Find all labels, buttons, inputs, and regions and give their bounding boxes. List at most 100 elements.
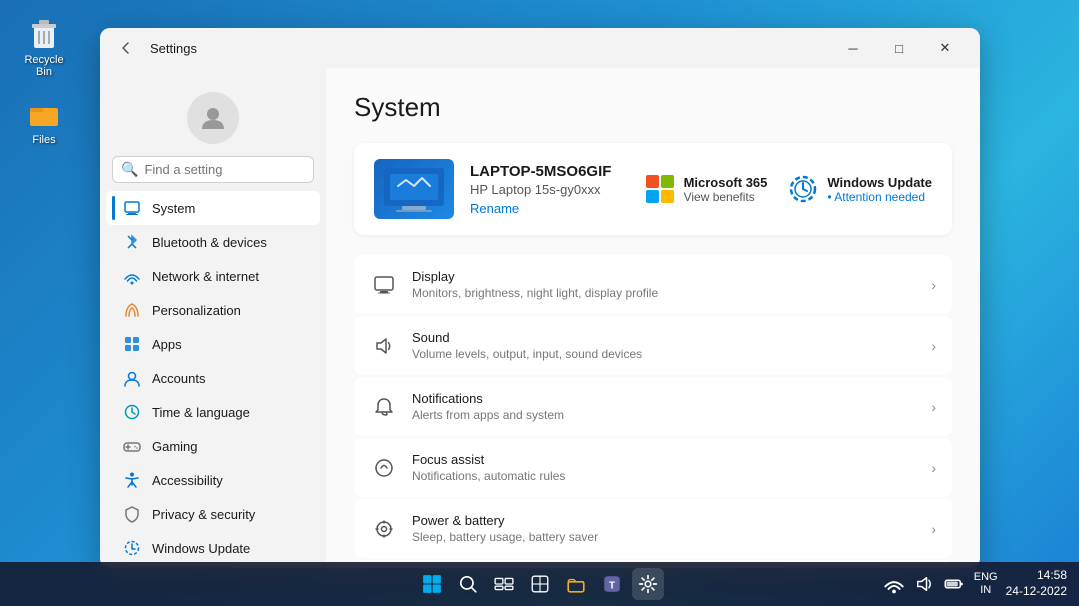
tray-network-icon[interactable]	[882, 572, 906, 596]
focus-assist-subtitle: Notifications, automatic rules	[412, 469, 917, 483]
taskbar-search-button[interactable]	[452, 568, 484, 600]
nav-item-network[interactable]: Network & internet	[106, 259, 320, 293]
nav-item-bluetooth[interactable]: Bluetooth & devices	[106, 225, 320, 259]
focus-assist-item[interactable]: Focus assist Notifications, automatic ru…	[354, 438, 952, 497]
power-battery-icon	[370, 515, 398, 543]
taskbar-file-explorer-button[interactable]	[560, 568, 592, 600]
nav-item-privacy-security[interactable]: Privacy & security	[106, 497, 320, 531]
nav-label-time-language: Time & language	[152, 405, 250, 420]
search-icon: 🔍	[121, 161, 138, 178]
display-title: Display	[412, 269, 917, 284]
maximize-button[interactable]: □	[876, 32, 922, 64]
sound-title: Sound	[412, 330, 917, 345]
ms365-card[interactable]: Microsoft 365 View benefits	[644, 173, 768, 205]
settings-window: Settings ─ □ ✕	[100, 28, 980, 568]
taskbar-purple-app-button[interactable]: T	[596, 568, 628, 600]
nav-label-personalization: Personalization	[152, 303, 241, 318]
nav-item-personalization[interactable]: Personalization	[106, 293, 320, 327]
power-battery-item[interactable]: Power & battery Sleep, battery usage, ba…	[354, 499, 952, 558]
taskbar: T	[0, 562, 1079, 606]
tray-time: 14:58	[1006, 568, 1067, 584]
rename-link[interactable]: Rename	[470, 201, 628, 216]
notifications-item[interactable]: Notifications Alerts from apps and syste…	[354, 377, 952, 436]
nav-item-accounts[interactable]: Accounts	[106, 361, 320, 395]
sound-icon	[370, 332, 398, 360]
close-button[interactable]: ✕	[922, 32, 968, 64]
nav-item-time-language[interactable]: Time & language	[106, 395, 320, 429]
device-name: LAPTOP-5MSO6GIF	[470, 163, 628, 180]
power-battery-subtitle: Sleep, battery usage, battery saver	[412, 530, 917, 544]
sound-subtitle: Volume levels, output, input, sound devi…	[412, 347, 917, 361]
window-title: Settings	[150, 41, 197, 56]
taskbar-tray: ENG IN 14:58 24-12-2022	[882, 568, 1067, 599]
tray-icons	[882, 572, 966, 596]
nav-label-windows-update: Windows Update	[152, 541, 250, 556]
nav-item-system[interactable]: System	[106, 191, 320, 225]
nav-label-bluetooth: Bluetooth & devices	[152, 235, 267, 250]
display-chevron: ›	[931, 277, 936, 293]
nav-label-accessibility: Accessibility	[152, 473, 223, 488]
notifications-text: Notifications Alerts from apps and syste…	[412, 391, 917, 422]
apps-icon	[122, 334, 142, 354]
ms365-subtitle: View benefits	[684, 190, 768, 204]
display-icon	[370, 271, 398, 299]
notifications-subtitle: Alerts from apps and system	[412, 408, 917, 422]
sound-item[interactable]: Sound Volume levels, output, input, soun…	[354, 316, 952, 375]
taskbar-task-view-button[interactable]	[488, 568, 520, 600]
focus-assist-title: Focus assist	[412, 452, 917, 467]
avatar[interactable]	[100, 76, 326, 156]
tray-volume-icon[interactable]	[912, 572, 936, 596]
display-item[interactable]: Display Monitors, brightness, night ligh…	[354, 255, 952, 314]
nav-item-accessibility[interactable]: Accessibility	[106, 463, 320, 497]
search-box[interactable]: 🔍	[112, 156, 314, 183]
back-button[interactable]	[112, 34, 140, 62]
device-thumbnail	[374, 159, 454, 219]
taskbar-widgets-button[interactable]	[524, 568, 556, 600]
display-subtitle: Monitors, brightness, night light, displ…	[412, 286, 917, 300]
network-icon	[122, 266, 142, 286]
window-controls: ─ □ ✕	[830, 32, 968, 64]
tray-date: 24-12-2022	[1006, 584, 1067, 600]
nav-item-apps[interactable]: Apps	[106, 327, 320, 361]
power-battery-chevron: ›	[931, 521, 936, 537]
wu-status: • Attention needed	[827, 190, 932, 204]
device-extras: Microsoft 365 View benefits	[644, 173, 932, 205]
main-content: System LAPTOP-5MSO6GIF HP Laptop 15s-gy0…	[326, 68, 980, 568]
windows-update-card[interactable]: Windows Update • Attention needed	[787, 173, 932, 205]
nav-item-gaming[interactable]: Gaming	[106, 429, 320, 463]
title-bar: Settings ─ □ ✕	[100, 28, 980, 68]
focus-assist-icon	[370, 454, 398, 482]
privacy-icon	[122, 504, 142, 524]
window-body: 🔍 System	[100, 68, 980, 568]
svg-text:T: T	[608, 580, 614, 591]
minimize-button[interactable]: ─	[830, 32, 876, 64]
accessibility-icon	[122, 470, 142, 490]
nav-label-gaming: Gaming	[152, 439, 198, 454]
tray-battery-icon[interactable]	[942, 572, 966, 596]
wu-text: Windows Update • Attention needed	[827, 175, 932, 204]
recycle-bin-icon[interactable]: Recycle Bin	[14, 10, 74, 82]
tray-lang[interactable]: ENG IN	[974, 571, 998, 597]
system-icon	[122, 198, 142, 218]
page-title: System	[354, 92, 952, 123]
notifications-title: Notifications	[412, 391, 917, 406]
start-button[interactable]	[416, 568, 448, 600]
tray-datetime[interactable]: 14:58 24-12-2022	[1006, 568, 1067, 599]
nav-item-windows-update[interactable]: Windows Update	[106, 531, 320, 565]
focus-assist-chevron: ›	[931, 460, 936, 476]
files-icon[interactable]: Files	[14, 90, 74, 150]
windows-update-icon	[122, 538, 142, 558]
sound-chevron: ›	[931, 338, 936, 354]
search-input[interactable]	[144, 162, 320, 177]
ms365-text: Microsoft 365 View benefits	[684, 175, 768, 204]
settings-list: Display Monitors, brightness, night ligh…	[354, 255, 952, 568]
wu-title: Windows Update	[827, 175, 932, 190]
gaming-icon	[122, 436, 142, 456]
nav-label-apps: Apps	[152, 337, 182, 352]
sidebar: 🔍 System	[100, 68, 326, 568]
device-model: HP Laptop 15s-gy0xxx	[470, 182, 628, 197]
nav-label-network: Network & internet	[152, 269, 259, 284]
bluetooth-icon	[122, 232, 142, 252]
taskbar-settings-button[interactable]	[632, 568, 664, 600]
notifications-chevron: ›	[931, 399, 936, 415]
